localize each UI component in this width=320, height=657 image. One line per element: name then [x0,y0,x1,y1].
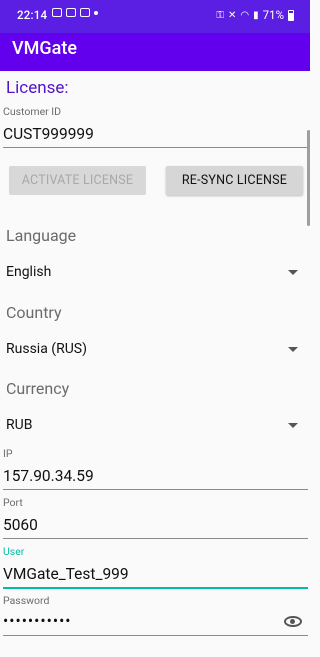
status-bar: 22:14 ⚿ ✕ ◠ ▮ 71% [0,0,310,33]
signal-icon: ▮ [253,9,259,21]
scrollbar[interactable] [307,130,310,226]
dropdown-caret-icon [288,270,298,275]
ip-label: IP [3,447,13,460]
currency-select[interactable]: RUB [6,417,304,439]
port-field[interactable]: 5060 [3,516,38,534]
dropdown-caret-icon [288,423,298,428]
ip-field[interactable]: 157.90.34.59 [3,467,94,485]
ip-underline [3,489,308,490]
dropdown-caret-icon [288,347,298,352]
port-underline [3,538,308,539]
status-system-icons: ⚿ ✕ ◠ ▮ 71% [216,8,294,22]
customer-id-label: Customer ID [3,105,62,118]
port-label: Port [3,496,23,509]
status-time: 22:14 [17,8,48,22]
status-notification-icons [52,8,98,17]
mute-icon: ✕ [228,9,237,21]
language-select[interactable]: English [6,264,304,286]
resync-license-button[interactable]: RE-SYNC LICENSE [166,166,303,195]
country-select[interactable]: Russia (RUS) [6,341,304,363]
visibility-eye-icon[interactable] [284,616,302,627]
password-label: Password [3,594,50,607]
more-dot-icon [94,10,98,15]
app-icon [80,8,90,17]
battery-text: 71% [262,8,284,22]
license-section-title: License: [6,78,69,98]
battery-icon [288,9,294,21]
key-icon: ⚿ [216,9,224,21]
eye-icon [66,8,76,17]
language-label: Language [6,226,77,245]
user-label: User [3,545,25,558]
country-selected: Russia (RUS) [6,341,87,357]
customer-id-field[interactable]: CUST999999 [3,125,94,143]
currency-selected: RUB [6,417,33,433]
password-field[interactable]: ••••••••••• [3,612,72,630]
app-bar: VMGate [0,33,310,71]
image-icon [52,8,62,17]
app-title: VMGate [12,38,77,59]
password-underline [3,635,308,636]
user-underline-focused [3,587,308,589]
wifi-icon: ◠ [240,9,250,21]
country-label: Country [6,303,62,322]
currency-label: Currency [6,379,70,398]
activate-license-button[interactable]: ACTIVATE LICENSE [9,166,146,195]
customer-id-underline [3,147,308,148]
user-field[interactable]: VMGate_Test_999 [3,565,129,583]
language-selected: English [6,264,52,280]
